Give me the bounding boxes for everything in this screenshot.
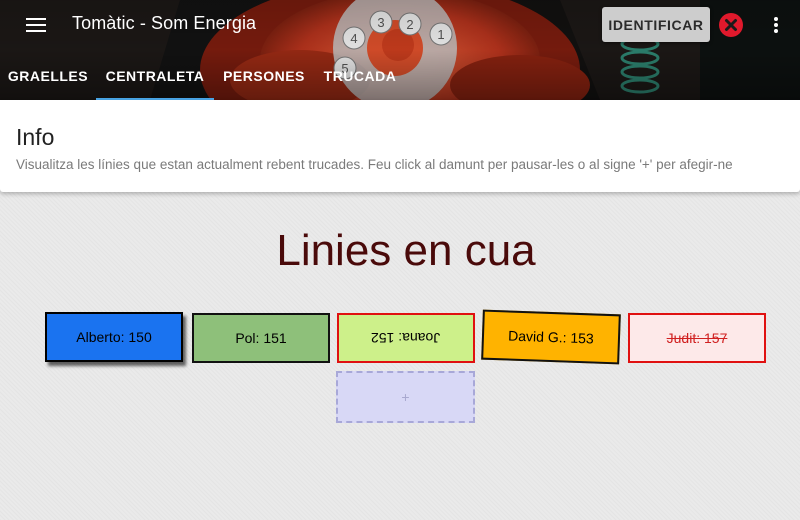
tab-centraleta[interactable]: CENTRALETA bbox=[96, 58, 214, 100]
app-title: Tomàtic - Som Energia bbox=[72, 13, 257, 33]
add-line-label: + bbox=[401, 389, 410, 405]
queue-line[interactable]: Alberto: 150 bbox=[45, 312, 183, 362]
info-title: Info bbox=[16, 124, 55, 150]
tab-label: CENTRALETA bbox=[105, 68, 205, 84]
tab-bar: GRAELLES CENTRALETA PERSONES TRUCADA bbox=[0, 58, 800, 100]
tab-persones[interactable]: PERSONES bbox=[214, 58, 314, 100]
queue-line-label: Alberto: 150 bbox=[76, 329, 152, 345]
tab-label: TRUCADA bbox=[323, 68, 397, 84]
queue-line[interactable]: Pol: 151 bbox=[192, 313, 330, 363]
tab-label: GRAELLES bbox=[7, 68, 89, 84]
identify-button[interactable]: IDENTIFICAR bbox=[602, 7, 710, 42]
queue-line-label: Joana: 152 bbox=[371, 330, 441, 346]
add-line-button[interactable]: + bbox=[336, 371, 475, 423]
queue-line[interactable]: David G.: 153 bbox=[481, 309, 621, 365]
tab-graelles[interactable]: GRAELLES bbox=[0, 58, 96, 100]
app-header: 1 2 3 4 5 Tomàtic - Som Energia IDENTIFI… bbox=[0, 0, 800, 100]
queue-title: Linies en cua bbox=[276, 226, 536, 275]
queue-line-label: David G.: 153 bbox=[507, 327, 595, 347]
tab-label: PERSONES bbox=[223, 68, 305, 84]
tab-trucada[interactable]: TRUCADA bbox=[314, 58, 406, 100]
info-description: Visualitza les línies que estan actualme… bbox=[16, 157, 733, 172]
queue-line[interactable]: Joana: 152 bbox=[337, 313, 475, 363]
more-vertical-icon[interactable] bbox=[768, 12, 784, 38]
info-card: Info Visualitza les línies que estan act… bbox=[0, 100, 800, 192]
close-circle-icon[interactable] bbox=[718, 12, 744, 38]
hamburger-menu-icon[interactable] bbox=[22, 12, 50, 38]
queue-line-label: Judit: 157 bbox=[666, 330, 728, 346]
queue-line[interactable]: Judit: 157 bbox=[628, 313, 766, 363]
queue-line-label: Pol: 151 bbox=[235, 330, 287, 346]
